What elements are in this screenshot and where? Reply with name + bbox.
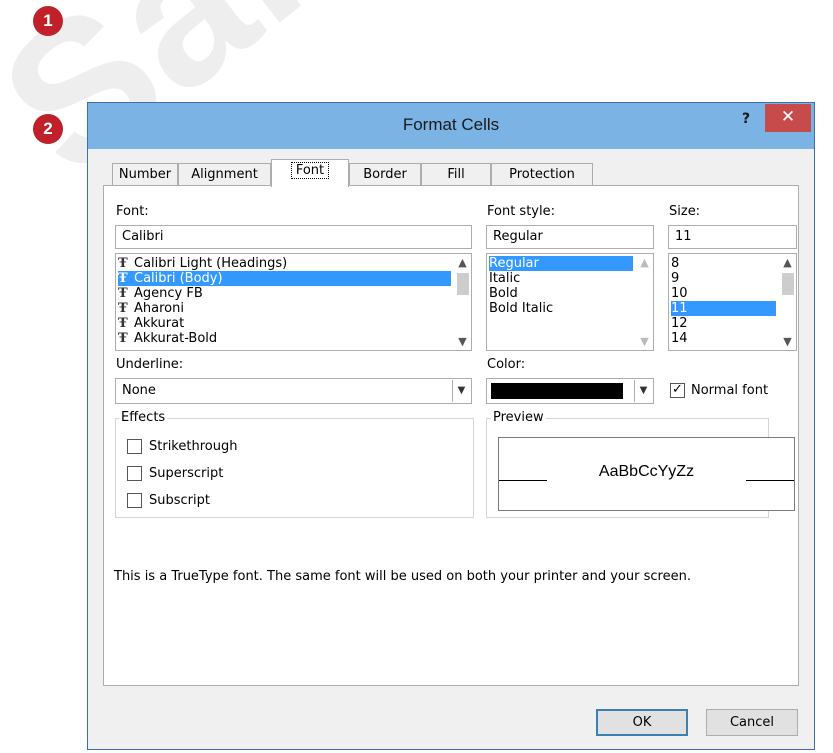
tab-label: Number: [118, 167, 172, 182]
strikethrough-label: Strikethrough: [149, 439, 238, 454]
scroll-down-icon[interactable]: ▼: [454, 333, 471, 350]
tab-label: Fill: [447, 167, 465, 182]
font-style-input[interactable]: Regular: [486, 225, 654, 249]
font-item-label: Calibri Light (Headings): [134, 256, 288, 271]
format-cells-dialog: Format Cells ? ✕ Number Alignment Font B…: [87, 102, 815, 750]
effects-title: Effects: [119, 410, 168, 425]
size-listbox[interactable]: 8 9 10 11 12 14 ▲ ▼: [668, 253, 797, 351]
strikethrough-checkbox[interactable]: [127, 439, 142, 454]
subscript-checkbox[interactable]: [127, 493, 142, 508]
list-item[interactable]: Ŧ Calibri (Body): [118, 271, 451, 286]
ok-button[interactable]: OK: [596, 709, 688, 736]
list-item[interactable]: Ŧ Aharoni: [118, 301, 451, 316]
tab-label: Protection: [509, 167, 575, 182]
chevron-down-icon[interactable]: ▼: [452, 380, 470, 402]
list-item[interactable]: Regular: [489, 256, 633, 271]
superscript-checkbox[interactable]: [127, 466, 142, 481]
color-swatch: [491, 383, 623, 399]
list-item[interactable]: 9: [671, 271, 776, 286]
dialog-client: Number Alignment Font Border Fill Protec…: [96, 149, 806, 742]
scroll-thumb[interactable]: [457, 273, 469, 295]
font-label: Font:: [116, 204, 149, 219]
font-item-label: Akkurat-Bold: [134, 331, 218, 346]
scroll-up-icon[interactable]: ▲: [779, 254, 796, 271]
tab-number[interactable]: Number: [112, 163, 178, 186]
truetype-icon: Ŧ: [118, 316, 128, 331]
scroll-down-icon[interactable]: ▼: [636, 333, 653, 350]
list-item[interactable]: Ŧ Akkurat: [118, 316, 451, 331]
dialog-titlebar[interactable]: Format Cells ? ✕: [88, 103, 814, 149]
size-input[interactable]: 11: [668, 225, 797, 249]
cancel-button[interactable]: Cancel: [706, 709, 798, 736]
preview-title: Preview: [491, 410, 546, 425]
truetype-icon: Ŧ: [118, 331, 128, 346]
list-item[interactable]: Ŧ Calibri Light (Headings): [118, 256, 451, 271]
scroll-up-icon[interactable]: ▲: [454, 254, 471, 271]
subscript-label: Subscript: [149, 493, 210, 508]
tab-label: Alignment: [191, 167, 258, 182]
preview-box: AaBbCcYyZz: [498, 437, 795, 511]
list-item[interactable]: Bold: [489, 286, 633, 301]
list-item[interactable]: Ŧ Akkurat-Bold: [118, 331, 451, 346]
list-item[interactable]: Italic: [489, 271, 633, 286]
font-scrollbar[interactable]: ▲ ▼: [454, 254, 471, 350]
scroll-down-icon[interactable]: ▼: [779, 333, 796, 350]
font-style-listbox[interactable]: Regular Italic Bold Bold Italic ▲ ▼: [486, 253, 654, 351]
font-item-label: Aharoni: [134, 301, 184, 316]
list-item[interactable]: 14: [671, 331, 776, 346]
underline-select[interactable]: None ▼: [115, 378, 472, 404]
font-item-label: Calibri (Body): [134, 271, 223, 286]
tab-alignment[interactable]: Alignment: [178, 163, 271, 186]
size-scrollbar[interactable]: ▲ ▼: [779, 254, 796, 350]
underline-label: Underline:: [116, 357, 184, 372]
preview-sample: AaBbCcYyZz: [598, 463, 695, 480]
list-item[interactable]: 10: [671, 286, 776, 301]
font-item-label: Agency FB: [134, 286, 203, 301]
truetype-icon: Ŧ: [118, 286, 128, 301]
dialog-title: Format Cells: [402, 115, 500, 134]
preview-baseline-right: [746, 480, 794, 481]
truetype-icon: Ŧ: [118, 271, 128, 286]
font-listbox[interactable]: Ŧ Calibri Light (Headings) Ŧ Calibri (Body…: [115, 253, 472, 351]
list-item[interactable]: 11: [671, 301, 776, 316]
color-picker[interactable]: ▼: [486, 378, 654, 404]
tab-font[interactable]: Font: [271, 159, 349, 187]
list-item[interactable]: 8: [671, 256, 776, 271]
close-button[interactable]: ✕: [765, 104, 811, 132]
font-input[interactable]: Calibri: [115, 225, 472, 249]
list-item[interactable]: Ŧ Agency FB: [118, 286, 451, 301]
truetype-icon: Ŧ: [118, 301, 128, 316]
tab-fill[interactable]: Fill: [421, 163, 491, 186]
normal-font-checkbox[interactable]: ✓: [670, 383, 685, 398]
help-button[interactable]: ?: [736, 111, 756, 131]
color-label: Color:: [487, 357, 526, 372]
tab-border[interactable]: Border: [349, 163, 421, 186]
superscript-label: Superscript: [149, 466, 224, 481]
font-style-scrollbar[interactable]: ▲ ▼: [636, 254, 653, 350]
size-label: Size:: [669, 204, 701, 219]
step-badge-1: 1: [33, 6, 63, 36]
list-item[interactable]: Bold Italic: [489, 301, 633, 316]
underline-value: None: [122, 383, 156, 398]
font-item-label: Akkurat: [134, 316, 185, 331]
tab-label: Font: [290, 162, 330, 179]
scroll-up-icon[interactable]: ▲: [636, 254, 653, 271]
scroll-thumb[interactable]: [782, 273, 794, 295]
chevron-down-icon[interactable]: ▼: [634, 380, 652, 402]
list-item[interactable]: 12: [671, 316, 776, 331]
truetype-icon: Ŧ: [118, 256, 128, 271]
truetype-info-text: This is a TrueType font. The same font w…: [114, 569, 691, 584]
tab-label: Border: [363, 167, 407, 182]
tab-protection[interactable]: Protection: [491, 163, 593, 186]
step-badge-2: 2: [33, 114, 63, 144]
font-style-label: Font style:: [487, 204, 555, 219]
normal-font-label: Normal font: [691, 383, 769, 398]
font-tab-panel: Font: Calibri Ŧ Calibri Light (Headings) …: [103, 185, 799, 686]
